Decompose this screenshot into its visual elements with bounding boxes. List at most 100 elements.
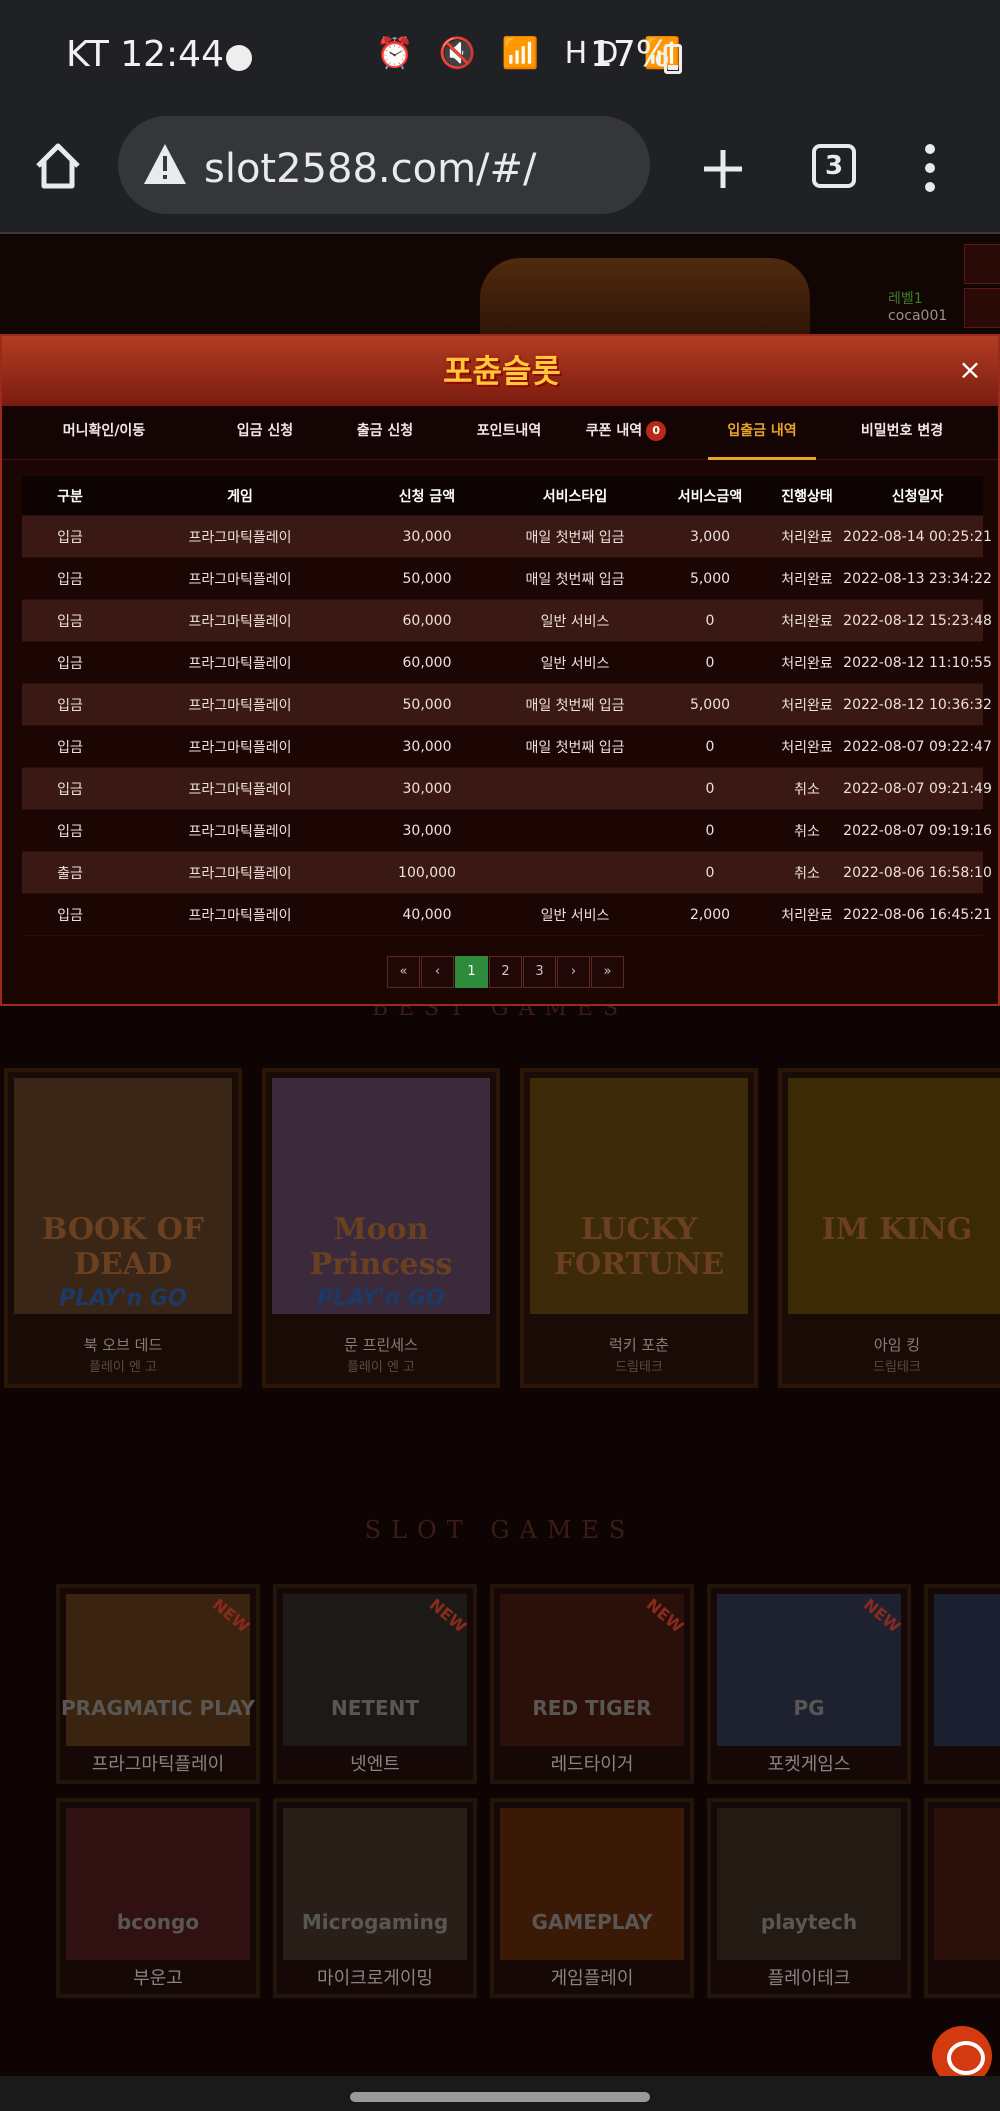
- best-game-card[interactable]: BOOK OF DEAD PLAY'n GO 북 오브 데드 플레이 엔 고: [4, 1068, 242, 1388]
- page-button[interactable]: «: [387, 956, 420, 988]
- provider-thumbnail: [500, 1808, 684, 1960]
- best-game-card[interactable]: LUCKY FORTUNE 럭키 포춘 드림테크: [520, 1068, 758, 1388]
- tab-switcher-button[interactable]: 3: [812, 144, 856, 188]
- table-cell: 일반 서비스: [540, 655, 610, 672]
- table-cell: 입금: [57, 571, 83, 588]
- more-menu-icon[interactable]: [918, 140, 942, 200]
- user-level: 레벨1: [888, 291, 923, 307]
- table-row: 입금 프라그마틱플레이 30,000 0 취소 2022-08-07 09:21:49: [22, 768, 992, 810]
- tab-3[interactable]: 출금 신청: [318, 406, 452, 460]
- game-provider: 플레이 엔 고: [88, 1360, 158, 1375]
- table-header-row: 구분 게임 신청 금액 서비스타입 서비스금액 진행상태 신청일자: [22, 476, 983, 516]
- table-row: 입금 프라그마틱플레이 60,000 일반 서비스 0 처리완료 2022-08-12 11…: [22, 642, 992, 684]
- page-button[interactable]: »: [591, 956, 624, 988]
- provider-logo: Microgaming: [301, 1910, 449, 1934]
- address-bar[interactable]: slot2588.com/#/: [118, 116, 650, 214]
- provider-logo: playtech: [760, 1910, 858, 1934]
- table-cell: 처리완료: [781, 739, 833, 756]
- provider-card[interactable]: PLA 플: [924, 1584, 1000, 1784]
- provider-logo: bcongo: [116, 1910, 200, 1934]
- table-cell: 프라그마틱플레이: [188, 781, 292, 798]
- tab-1[interactable]: 머니확인/이동: [30, 406, 178, 460]
- provider-card[interactable]: PG 포켓게임스 NEW: [707, 1584, 911, 1784]
- page-button[interactable]: 3: [523, 956, 556, 988]
- tab-2[interactable]: 입금 신청: [198, 406, 332, 460]
- table-cell: 입금: [57, 739, 83, 756]
- page-button[interactable]: 1: [455, 956, 488, 988]
- home-gesture-handle[interactable]: [350, 2092, 650, 2102]
- provider-logo: PRAGMATIC PLAY: [61, 1696, 255, 1720]
- provider-card[interactable]: A 아시: [924, 1798, 1000, 1998]
- table-cell: 2022-08-14 00:25:21: [843, 528, 992, 545]
- new-tab-icon[interactable]: [696, 142, 750, 196]
- provider-card[interactable]: playtech 플레이테크: [707, 1798, 911, 1998]
- table-cell: 일반 서비스: [540, 907, 610, 924]
- site-logo[interactable]: [480, 258, 810, 338]
- table-cell: 0: [705, 612, 715, 629]
- table-cell: 출금: [57, 865, 83, 882]
- table-cell: 50,000: [402, 570, 452, 587]
- history-table: 구분 게임 신청 금액 서비스타입 서비스금액 진행상태 신청일자 입금 프라그마틱플레이 30,…: [22, 476, 992, 936]
- close-icon[interactable]: ×: [954, 354, 986, 386]
- provider-thumbnail: [934, 1808, 1000, 1960]
- header-button[interactable]: [964, 244, 1000, 284]
- table-cell: 0: [705, 864, 715, 881]
- tab-7[interactable]: 비밀번호 변경: [844, 406, 960, 460]
- refresh-icon[interactable]: [964, 288, 1000, 328]
- table-cell: 프라그마틱플레이: [188, 655, 292, 672]
- table-cell: 처리완료: [781, 571, 833, 588]
- best-game-card[interactable]: IM KING 아임 킹 드림테크: [778, 1068, 1000, 1388]
- provider-logo: PG: [793, 1696, 825, 1720]
- warning-icon[interactable]: [142, 142, 188, 186]
- table-cell: 0: [705, 780, 715, 797]
- game-name: 문 프린세스: [344, 1336, 418, 1354]
- provider-thumbnail: [934, 1594, 1000, 1746]
- provider-card[interactable]: PRAGMATIC PLAY 프라그마틱플레이 NEW: [56, 1584, 260, 1784]
- tab-label: 출금 신청: [356, 423, 414, 439]
- best-games-list: BOOK OF DEAD PLAY'n GO 북 오브 데드 플레이 엔 고 Moon …: [4, 1068, 1000, 1390]
- page-button[interactable]: ›: [557, 956, 590, 988]
- provider-card[interactable]: NETENT 넷엔트 NEW: [273, 1584, 477, 1784]
- provider-logo: RED TIGER: [532, 1696, 652, 1720]
- page-button[interactable]: 2: [489, 956, 522, 988]
- column-header: 서비스타입: [542, 488, 608, 505]
- site-header: 레벨1 coca001: [0, 236, 1000, 338]
- provider-brand: PLAY'n GO: [317, 1286, 445, 1311]
- column-header: 구분: [57, 488, 83, 505]
- home-icon[interactable]: [30, 138, 86, 194]
- table-row: 입금 프라그마틱플레이 60,000 일반 서비스 0 처리완료 2022-08-12 15…: [22, 600, 992, 642]
- battery-icon: [664, 44, 682, 74]
- table-row: 입금 프라그마틱플레이 50,000 매일 첫번째 입금 5,000 처리완료 2022-0…: [22, 558, 992, 600]
- provider-name: 레드타이거: [550, 1754, 634, 1775]
- table-cell: 입금: [57, 529, 83, 546]
- tab-6[interactable]: 입출금 내역: [708, 406, 816, 460]
- table-cell: 프라그마틱플레이: [188, 697, 292, 714]
- tab-label: 입금 신청: [236, 423, 294, 439]
- best-game-card[interactable]: Moon Princess PLAY'n GO 문 프린세스 플레이 엔 고: [262, 1068, 500, 1388]
- table-cell: 매일 첫번째 입금: [525, 571, 625, 588]
- provider-name: 프라그마틱플레이: [91, 1754, 225, 1775]
- table-cell: 40,000: [402, 906, 452, 923]
- provider-card[interactable]: bcongo 부운고: [56, 1798, 260, 1998]
- table-cell: 0: [705, 822, 715, 839]
- tab-4[interactable]: 포인트내역: [434, 406, 584, 460]
- tab-5[interactable]: 쿠폰 내역 0: [564, 406, 688, 460]
- provider-card[interactable]: Microgaming 마이크로게이밍: [273, 1798, 477, 1998]
- provider-brand: PLAY'n GO: [59, 1286, 187, 1311]
- table-row: 입금 프라그마틱플레이 40,000 일반 서비스 2,000 처리완료 2022-08-0…: [22, 894, 992, 936]
- table-cell: 프라그마틱플레이: [188, 739, 292, 756]
- column-header: 신청 금액: [398, 488, 456, 505]
- table-row: 입금 프라그마틱플레이 30,000 매일 첫번째 입금 3,000 처리완료 2022-0…: [22, 516, 992, 558]
- coupon-count-badge: 0: [646, 421, 667, 441]
- game-art-title: LUCKY FORTUNE: [553, 1212, 725, 1282]
- provider-card[interactable]: RED TIGER 레드타이거 NEW: [490, 1584, 694, 1784]
- transaction-history-modal: 포츈슬롯 × 머니확인/이동 입금 신청 출금 신청 포인트내역 쿠폰 내역 0 입출금 내…: [0, 334, 1000, 1006]
- table-row: 출금 프라그마틱플레이 100,000 0 취소 2022-08-06 16:58:10: [22, 852, 992, 894]
- page-button[interactable]: ‹: [421, 956, 454, 988]
- column-header: 진행상태: [781, 488, 833, 505]
- column-header: 서비스금액: [677, 488, 743, 505]
- table-cell: [492, 768, 658, 809]
- game-provider: 드림테크: [873, 1360, 921, 1375]
- provider-card[interactable]: GAMEPLAY 게임플레이: [490, 1798, 694, 1998]
- table-cell: 프라그마틱플레이: [188, 907, 292, 924]
